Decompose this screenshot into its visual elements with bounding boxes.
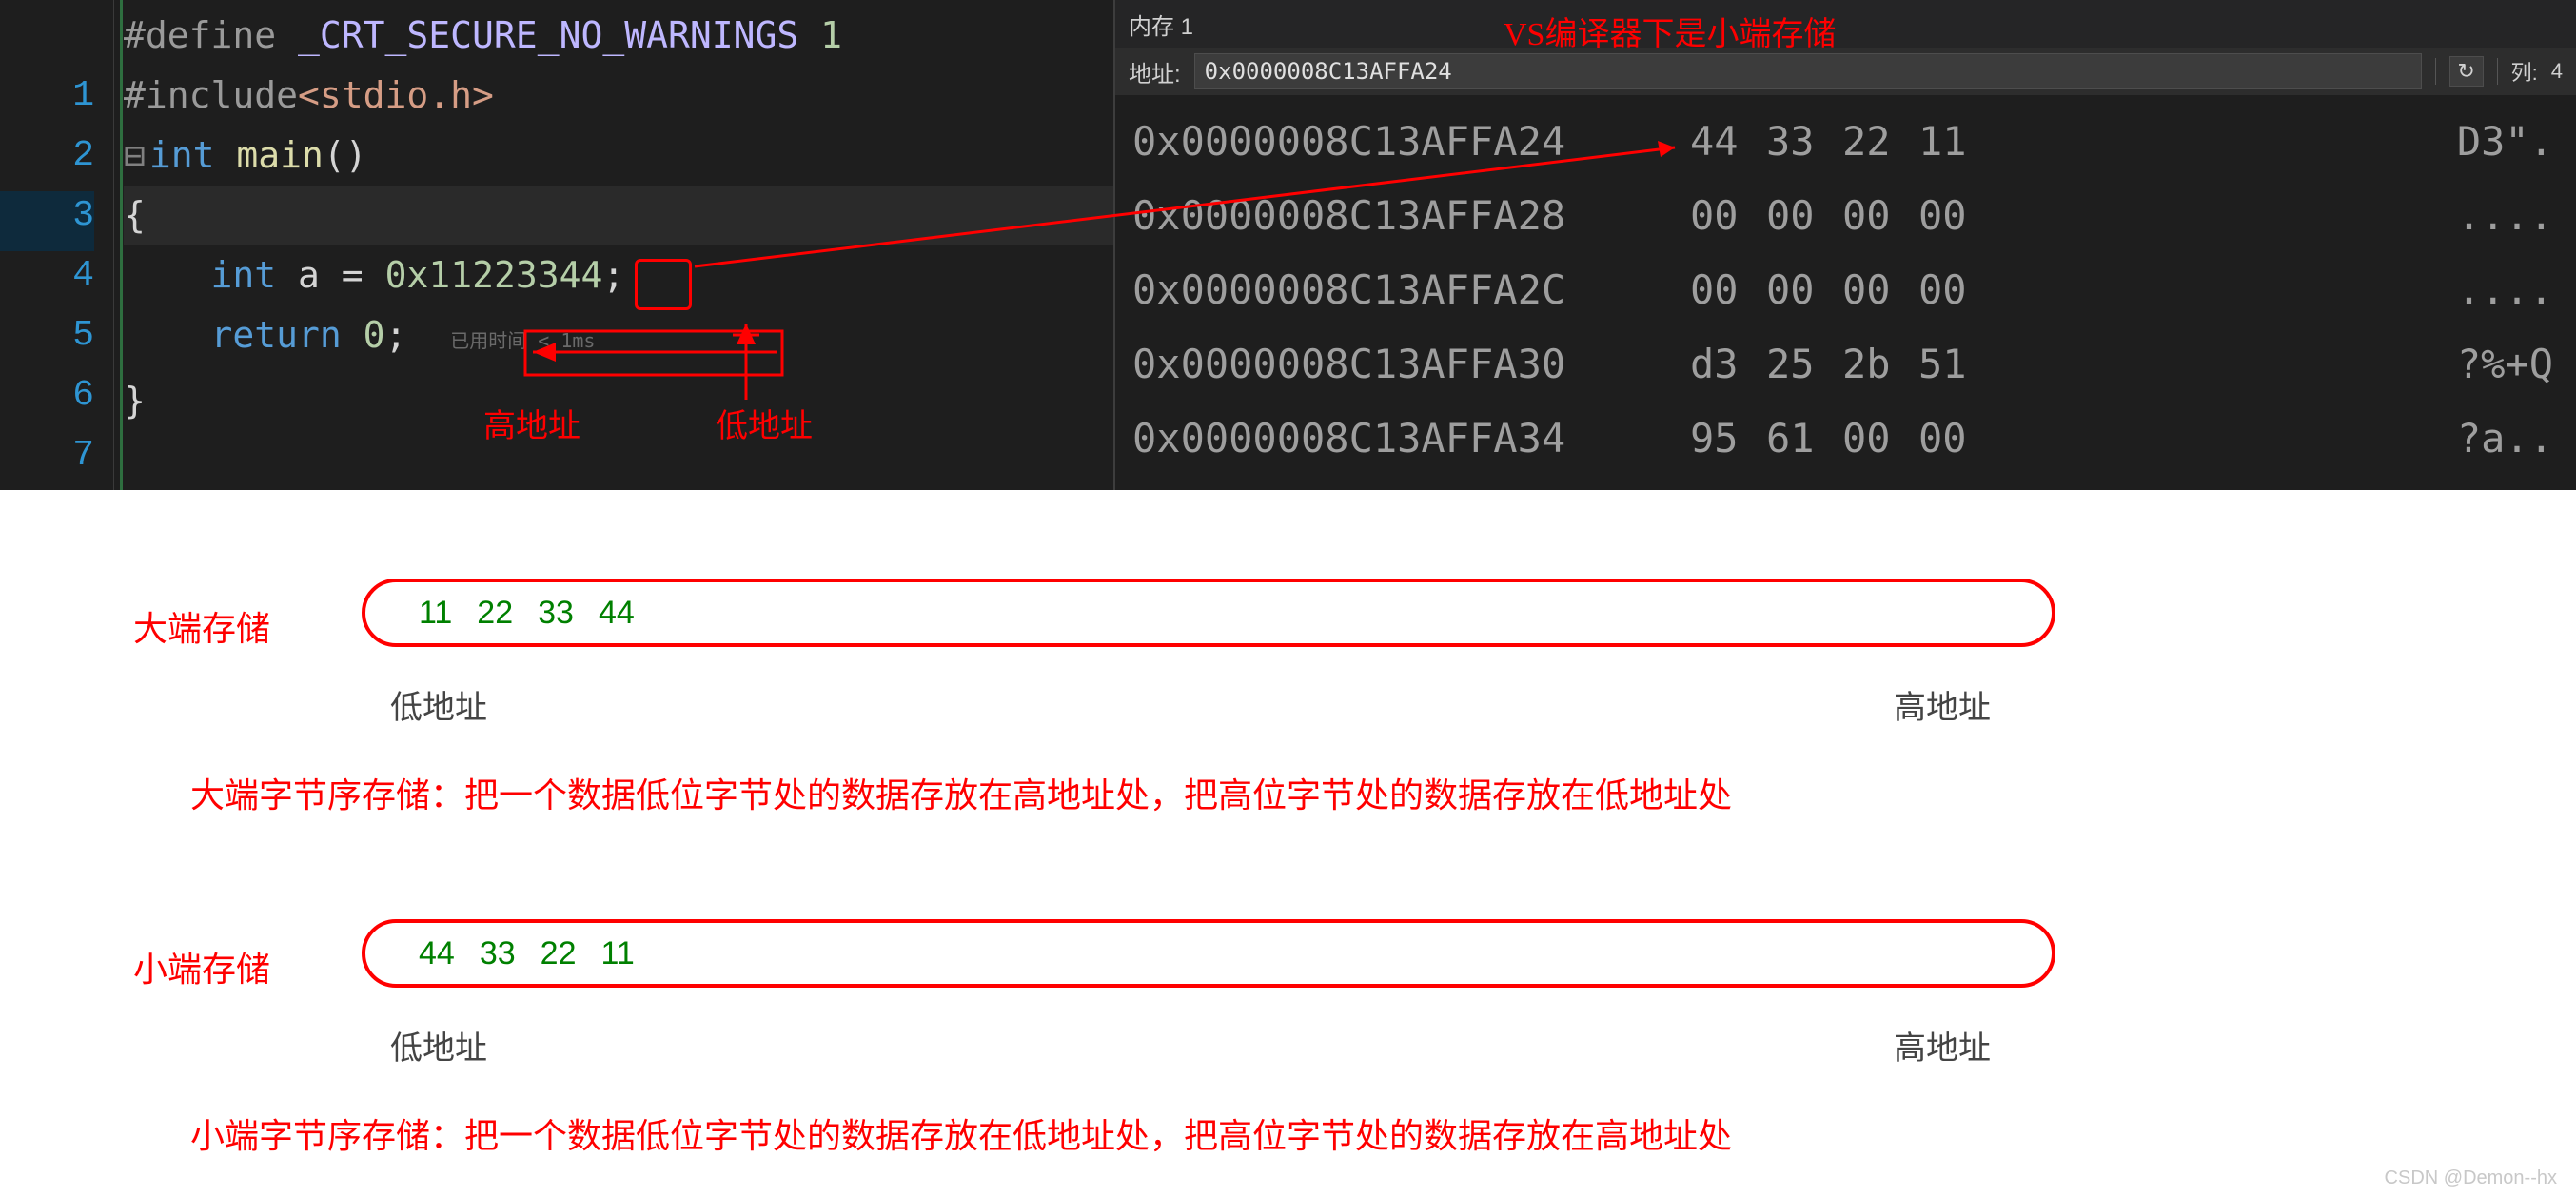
byte-value: 44 — [419, 935, 455, 972]
byte-value: 11 — [600, 935, 634, 972]
byte-value: 44 — [599, 595, 635, 632]
memory-panel: 内存 1 地址: ↻ 列: 4 0x0000008C13AFFA24 44 33… — [1113, 0, 2576, 490]
memory-row: 0x0000008C13AFFA2C 00 00 00 00 .... — [1132, 253, 2559, 327]
code-line: #include<stdio.h> — [124, 66, 1113, 126]
line-number: 2 — [0, 126, 94, 186]
address-input[interactable] — [1194, 53, 2422, 89]
code-editor[interactable]: 1 2 3 4 5 6 7 #define _CRT_SECURE_NO_WAR… — [0, 0, 1113, 490]
high-addr-label: 高地址 — [1894, 681, 1991, 728]
memory-row: 0x0000008C13AFFA24 44 33 22 11 D3". — [1132, 105, 2559, 179]
big-endian-title: 大端存储 — [133, 601, 270, 651]
byte-value: 11 — [419, 595, 452, 632]
high-addr-label: 高地址 — [1894, 1022, 1991, 1069]
code-line: int a = 0x11223344; — [124, 245, 1113, 305]
byte-value: 33 — [480, 935, 516, 972]
byte-value: 22 — [477, 595, 513, 632]
line-number: 1 — [0, 66, 94, 126]
byte-value: 33 — [538, 595, 574, 632]
line-number: 6 — [0, 365, 94, 425]
ide-top-area: 1 2 3 4 5 6 7 #define _CRT_SECURE_NO_WAR… — [0, 0, 2576, 490]
code-line: { — [124, 186, 1113, 245]
memory-address-bar: 地址: ↻ 列: 4 — [1115, 48, 2576, 95]
memory-dump[interactable]: 0x0000008C13AFFA24 44 33 22 11 D3". 0x00… — [1115, 95, 2576, 490]
refresh-icon[interactable]: ↻ — [2449, 56, 2484, 87]
low-addr-label: 低地址 — [390, 681, 487, 728]
big-endian-bytes-box: 11 22 33 44 — [362, 579, 2055, 647]
memory-tab-bar: 内存 1 — [1115, 0, 2576, 48]
memory-row: 0x0000008C13AFFA34 95 61 00 00 ?a.. — [1132, 402, 2559, 476]
little-endian-title: 小端存储 — [133, 942, 270, 991]
memory-tab[interactable]: 内存 1 — [1129, 8, 1193, 41]
low-addr-label: 低地址 — [390, 1022, 487, 1069]
memory-row: 0x0000008C13AFFA28 00 00 00 00 .... — [1132, 179, 2559, 253]
code-text-area[interactable]: #define _CRT_SECURE_NO_WARNINGS 1 #inclu… — [114, 0, 1113, 490]
line-number-gutter: 1 2 3 4 5 6 7 — [0, 0, 114, 490]
line-number: 4 — [0, 245, 94, 305]
columns-value[interactable]: 4 — [2551, 59, 2563, 84]
line-number: 7 — [0, 425, 94, 485]
line-number: 5 — [0, 305, 94, 365]
memory-row: 0x0000008C13AFFA30 d3 25 2b 51 ?%+Q — [1132, 327, 2559, 402]
watermark: CSDN @Demon--hx — [2385, 1168, 2557, 1189]
line-number: 3 — [0, 186, 94, 245]
big-endian-description: 大端字节序存储：把一个数据低位字节处的数据存放在高地址处，把高位字节处的数据存放… — [190, 769, 1732, 824]
code-line: } — [124, 371, 1113, 431]
columns-label: 列: — [2511, 56, 2538, 87]
little-endian-description: 小端字节序存储：把一个数据低位字节处的数据存放在低地址处，把高位字节处的数据存放… — [190, 1109, 1732, 1165]
address-label: 地址: — [1129, 55, 1181, 88]
little-endian-bytes-box: 44 33 22 11 — [362, 919, 2055, 988]
code-line: #define _CRT_SECURE_NO_WARNINGS 1 — [124, 6, 1113, 66]
byte-value: 22 — [541, 935, 577, 972]
code-line: return 0; 已用时间 < 1ms — [124, 305, 1113, 371]
code-line: ⊟int main() — [124, 126, 1113, 186]
